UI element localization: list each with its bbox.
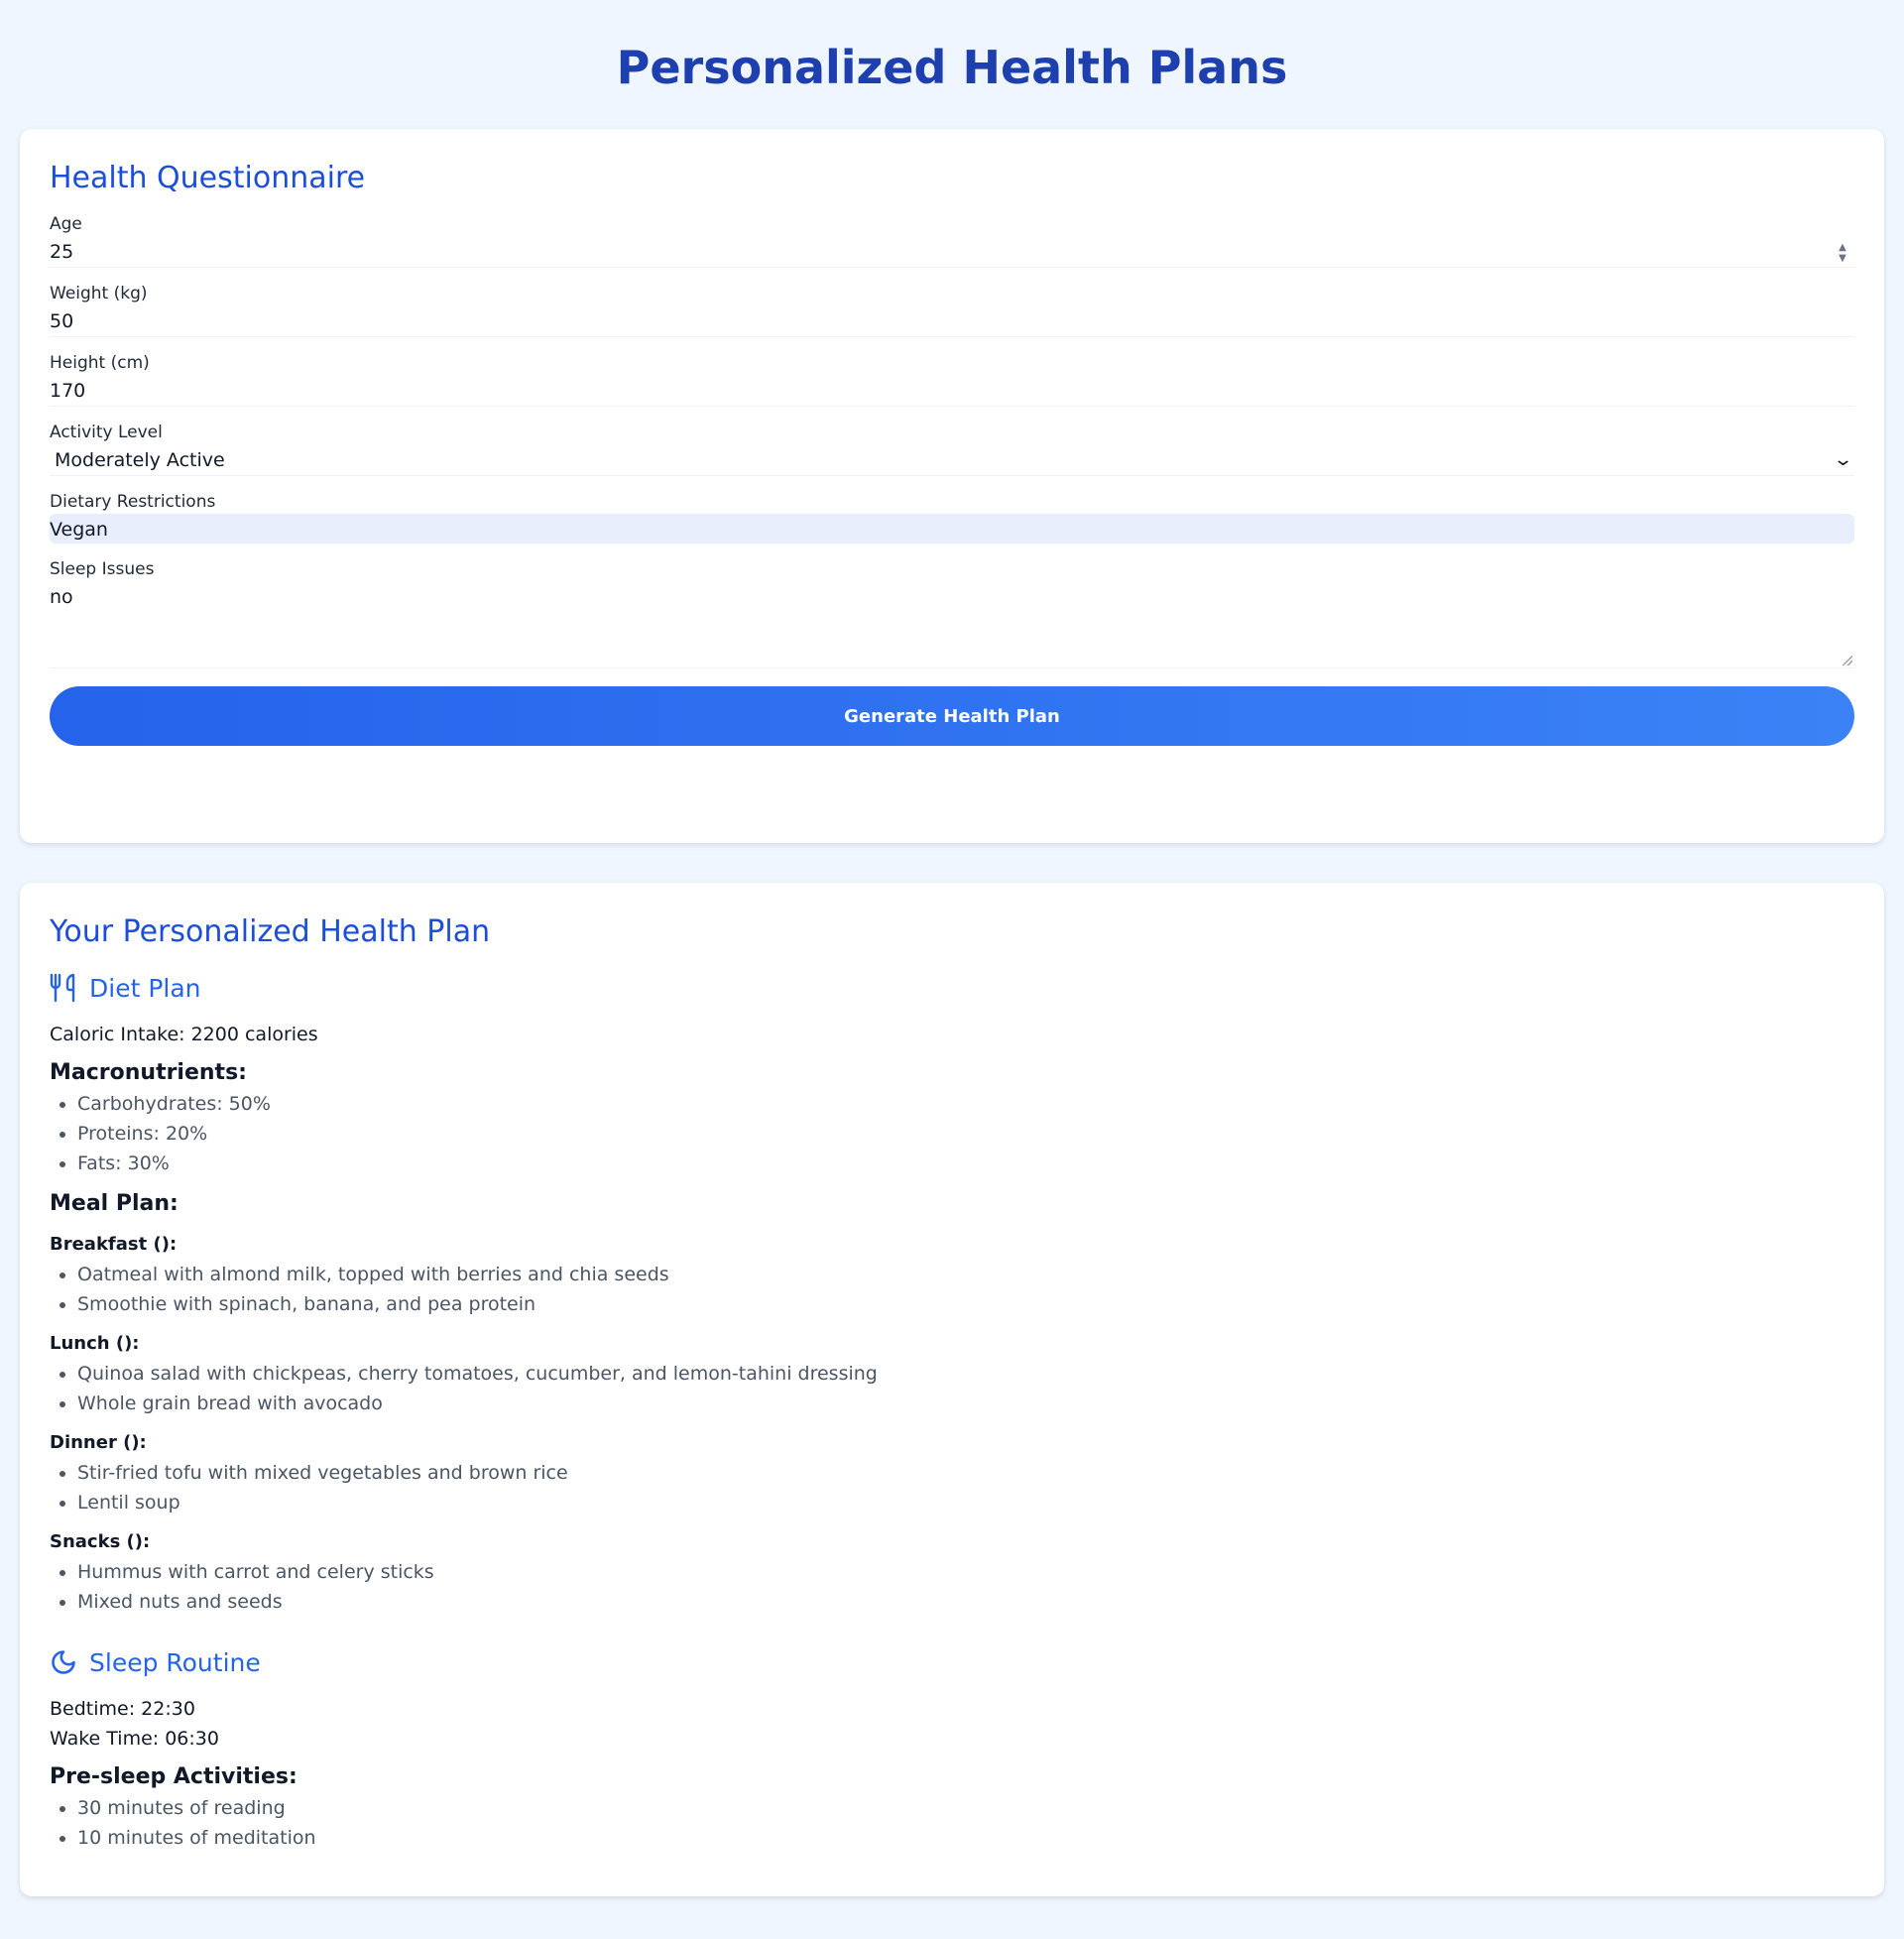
utensils-icon bbox=[50, 973, 75, 1003]
pre-sleep-heading: Pre-sleep Activities: bbox=[50, 1764, 298, 1789]
height-label: Height (cm) bbox=[50, 353, 150, 373]
height-field[interactable] bbox=[50, 375, 1854, 407]
activity-select[interactable]: Moderately Active ⌄ bbox=[50, 444, 1854, 476]
moon-icon bbox=[52, 1650, 75, 1674]
macros-heading: Macronutrients: bbox=[50, 1060, 247, 1085]
sleep-routine-title: Sleep Routine bbox=[89, 1647, 261, 1677]
resize-handle-icon[interactable] bbox=[1843, 656, 1852, 666]
wake-time: Wake Time: 06:30 bbox=[50, 1728, 219, 1750]
plan-title: Your Personalized Health Plan bbox=[50, 914, 491, 949]
activity-label: Activity Level bbox=[50, 423, 163, 442]
height-input[interactable] bbox=[50, 375, 1854, 407]
activity-field-group: Activity Level Moderately Active ⌄ bbox=[50, 421, 1854, 476]
dietary-field[interactable] bbox=[50, 514, 1854, 545]
breakfast-list: Oatmeal with almond milk, topped with be… bbox=[50, 1260, 1854, 1319]
pre-sleep-list: 30 minutes of reading 10 minutes of medi… bbox=[50, 1793, 1854, 1853]
lunch-list: Quinoa salad with chickpeas, cherry toma… bbox=[50, 1359, 1854, 1418]
questionnaire-card: Health Questionnaire Age ▲▼ Weight (kg) … bbox=[20, 129, 1884, 843]
weight-input[interactable] bbox=[50, 305, 1854, 337]
page-title: Personalized Health Plans bbox=[616, 41, 1288, 94]
meal-plan-heading: Meal Plan: bbox=[50, 1191, 178, 1216]
diet-plan-heading: Diet Plan bbox=[50, 968, 1854, 1008]
list-item: Hummus with carrot and celery sticks bbox=[77, 1557, 1854, 1587]
list-item: Proteins: 20% bbox=[77, 1119, 1854, 1149]
dietary-field-group: Dietary Restrictions bbox=[50, 490, 1854, 545]
weight-label: Weight (kg) bbox=[50, 284, 148, 303]
plan-card: Your Personalized Health Plan Diet Plan … bbox=[20, 883, 1884, 1896]
snacks-list: Hummus with carrot and celery sticks Mix… bbox=[50, 1557, 1854, 1617]
caloric-intake: Caloric Intake: 2200 calories bbox=[50, 1024, 318, 1045]
age-field[interactable]: ▲▼ bbox=[50, 236, 1854, 268]
activity-select-value: Moderately Active bbox=[55, 449, 225, 471]
sleep-issues-field-group: Sleep Issues no bbox=[50, 557, 1854, 668]
sleep-issues-value: no bbox=[50, 586, 73, 608]
number-spinner-icon[interactable]: ▲ ▼ bbox=[1837, 242, 1848, 264]
age-label: Age bbox=[50, 214, 82, 234]
generate-plan-button[interactable]: Generate Health Plan bbox=[50, 686, 1854, 746]
age-input[interactable] bbox=[50, 236, 1854, 268]
bedtime: Bedtime: 22:30 bbox=[50, 1698, 195, 1720]
age-field-group: Age ▲▼ bbox=[50, 212, 1854, 268]
sleep-issues-textarea[interactable]: no bbox=[50, 581, 1854, 668]
dinner-list: Stir-fried tofu with mixed vegetables an… bbox=[50, 1458, 1854, 1517]
dinner-heading: Dinner (): bbox=[50, 1432, 147, 1453]
list-item: Whole grain bread with avocado bbox=[77, 1389, 1854, 1418]
weight-field[interactable] bbox=[50, 305, 1854, 337]
breakfast-heading: Breakfast (): bbox=[50, 1234, 178, 1255]
dietary-label: Dietary Restrictions bbox=[50, 492, 216, 512]
sleep-issues-label: Sleep Issues bbox=[50, 559, 155, 579]
dietary-input[interactable] bbox=[50, 514, 1854, 545]
list-item: 30 minutes of reading bbox=[77, 1793, 1854, 1823]
list-item: 10 minutes of meditation bbox=[77, 1823, 1854, 1853]
macros-list: Carbohydrates: 50% Proteins: 20% Fats: 3… bbox=[50, 1089, 1854, 1178]
lunch-heading: Lunch (): bbox=[50, 1333, 140, 1354]
list-item: Stir-fried tofu with mixed vegetables an… bbox=[77, 1458, 1854, 1488]
height-field-group: Height (cm) bbox=[50, 351, 1854, 407]
diet-plan-title: Diet Plan bbox=[89, 973, 201, 1003]
list-item: Mixed nuts and seeds bbox=[77, 1587, 1854, 1617]
list-item: Quinoa salad with chickpeas, cherry toma… bbox=[77, 1359, 1854, 1389]
sleep-routine-heading: Sleep Routine bbox=[50, 1642, 1854, 1682]
questionnaire-title: Health Questionnaire bbox=[50, 161, 366, 195]
list-item: Oatmeal with almond milk, topped with be… bbox=[77, 1260, 1854, 1289]
weight-field-group: Weight (kg) bbox=[50, 282, 1854, 337]
list-item: Smoothie with spinach, banana, and pea p… bbox=[77, 1289, 1854, 1319]
list-item: Carbohydrates: 50% bbox=[77, 1089, 1854, 1119]
list-item: Lentil soup bbox=[77, 1488, 1854, 1517]
list-item: Fats: 30% bbox=[77, 1149, 1854, 1178]
snacks-heading: Snacks (): bbox=[50, 1531, 151, 1552]
chevron-down-icon: ⌄ bbox=[1832, 449, 1854, 470]
